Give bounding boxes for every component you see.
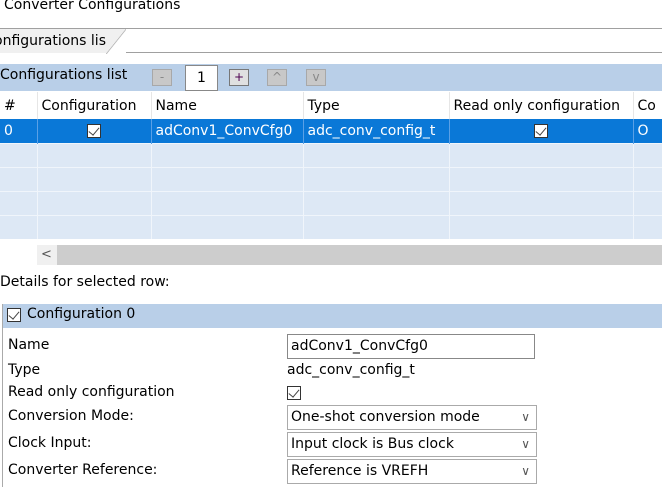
group-header: Configuration 0	[3, 304, 662, 328]
type-label: Type	[8, 362, 41, 378]
configurations-list-toolbar: Configurations list - 1 + ^ v	[0, 64, 662, 91]
chevron-down-icon: ∨	[521, 410, 530, 424]
table-header: # Configuration Name Type Read only conf…	[0, 92, 662, 119]
toolbar-label: Configurations list	[0, 67, 128, 83]
tab-label: onfigurations list	[0, 33, 112, 49]
remove-button[interactable]: -	[152, 69, 172, 86]
cell-read-only	[449, 119, 634, 143]
group-title: Configuration 0	[27, 306, 136, 322]
converter-reference-select[interactable]: Reference is VREFH ∨	[287, 459, 537, 484]
selected-value: Reference is VREFH	[291, 463, 429, 479]
name-label: Name	[8, 337, 50, 353]
selected-value: Input clock is Bus clock	[291, 436, 454, 452]
tab-bar: onfigurations list	[0, 28, 662, 54]
read-only-checkbox[interactable]	[534, 123, 548, 138]
column-header-extra[interactable]: Co	[633, 92, 662, 119]
configuration-checkbox[interactable]	[87, 123, 101, 138]
column-header-name[interactable]: Name	[151, 92, 304, 119]
type-value: adc_conv_config_t	[287, 362, 415, 378]
cell-index: 0	[0, 119, 38, 143]
scrollbar-thumb[interactable]	[57, 245, 662, 265]
conversion-mode-label: Conversion Mode:	[8, 408, 134, 424]
cell-configuration	[37, 119, 152, 143]
details-label: Details for selected row:	[0, 274, 170, 290]
scroll-left-arrow-icon[interactable]: <	[41, 245, 52, 265]
empty-row	[0, 214, 662, 239]
column-header-index[interactable]: #	[0, 92, 38, 119]
chevron-down-icon: ∨	[521, 464, 530, 478]
cell-extra: O	[633, 119, 662, 143]
configuration-group: Configuration 0 Name adConv1_ConvCfg0 Ty…	[2, 304, 662, 487]
add-button[interactable]: +	[229, 69, 249, 86]
window-title: Converter Configurations	[4, 0, 181, 13]
chevron-down-icon: ∨	[521, 437, 530, 451]
move-down-button[interactable]: v	[306, 69, 326, 86]
read-only-label: Read only configuration	[8, 384, 175, 400]
name-input[interactable]: adConv1_ConvCfg0	[287, 334, 535, 359]
conversion-mode-select[interactable]: One-shot conversion mode ∨	[287, 405, 537, 430]
configurations-table: # Configuration Name Type Read only conf…	[0, 92, 662, 239]
empty-row	[0, 142, 662, 167]
horizontal-scrollbar[interactable]: <	[37, 245, 662, 265]
clock-input-label: Clock Input:	[8, 435, 92, 451]
column-header-configuration[interactable]: Configuration	[37, 92, 152, 119]
column-header-type[interactable]: Type	[303, 92, 450, 119]
count-field[interactable]: 1	[185, 65, 218, 91]
empty-row	[0, 190, 662, 215]
tab-configurations-list[interactable]: onfigurations list	[0, 29, 126, 54]
read-only-checkbox[interactable]	[287, 386, 301, 400]
move-up-button[interactable]: ^	[267, 69, 287, 86]
selected-value: One-shot conversion mode	[291, 409, 480, 425]
group-enable-checkbox[interactable]	[7, 308, 21, 322]
empty-row	[0, 166, 662, 191]
cell-name: adConv1_ConvCfg0	[151, 119, 304, 143]
table-row[interactable]: 0 adConv1_ConvCfg0 adc_conv_config_t O	[0, 119, 662, 143]
clock-input-select[interactable]: Input clock is Bus clock ∨	[287, 432, 537, 457]
cell-type: adc_conv_config_t	[303, 119, 450, 143]
converter-reference-label: Converter Reference:	[8, 462, 158, 478]
column-header-read-only[interactable]: Read only configuration	[449, 92, 634, 119]
